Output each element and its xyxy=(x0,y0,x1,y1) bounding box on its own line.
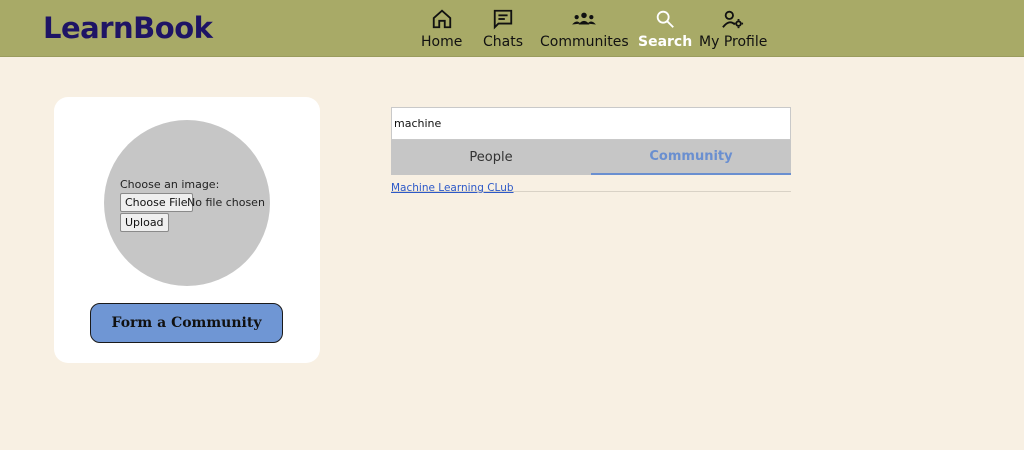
profile-settings-icon xyxy=(720,6,746,32)
file-status-text: No file chosen xyxy=(187,196,265,209)
search-icon xyxy=(652,6,678,32)
choose-file-button[interactable]: Choose File xyxy=(120,193,193,212)
top-navigation-bar: LearnBook Home Chats Communites Search M… xyxy=(0,0,1024,57)
nav-chats-label: Chats xyxy=(483,34,524,50)
tab-community[interactable]: Community xyxy=(591,140,791,175)
search-input[interactable] xyxy=(391,107,791,140)
app-logo[interactable]: LearnBook xyxy=(43,11,213,45)
nav-communites[interactable]: Communites xyxy=(540,6,629,50)
nav-my-profile-label: My Profile xyxy=(699,34,768,50)
chat-icon xyxy=(490,6,516,32)
nav-home[interactable]: Home xyxy=(421,6,462,50)
form-community-button[interactable]: Form a Community xyxy=(90,303,283,343)
nav-my-profile[interactable]: My Profile xyxy=(699,6,767,50)
upload-button[interactable]: Upload xyxy=(120,213,169,232)
create-community-card: Choose an image: Choose File No file cho… xyxy=(54,97,320,363)
nav-home-label: Home xyxy=(421,34,463,50)
community-result-link[interactable]: Machine Learning CLub xyxy=(391,182,514,194)
community-icon xyxy=(571,6,597,32)
choose-image-label: Choose an image: xyxy=(120,178,220,191)
list-item: Machine Learning CLub xyxy=(391,176,791,194)
nav-search[interactable]: Search xyxy=(638,6,692,50)
search-tabs: People Community xyxy=(391,140,791,175)
tab-people[interactable]: People xyxy=(391,140,591,175)
home-icon xyxy=(429,6,455,32)
nav-communites-label: Communites xyxy=(540,34,629,50)
nav-search-label: Search xyxy=(638,34,693,50)
community-image-placeholder: Choose an image: Choose File No file cho… xyxy=(104,120,270,286)
nav-chats[interactable]: Chats xyxy=(483,6,523,50)
